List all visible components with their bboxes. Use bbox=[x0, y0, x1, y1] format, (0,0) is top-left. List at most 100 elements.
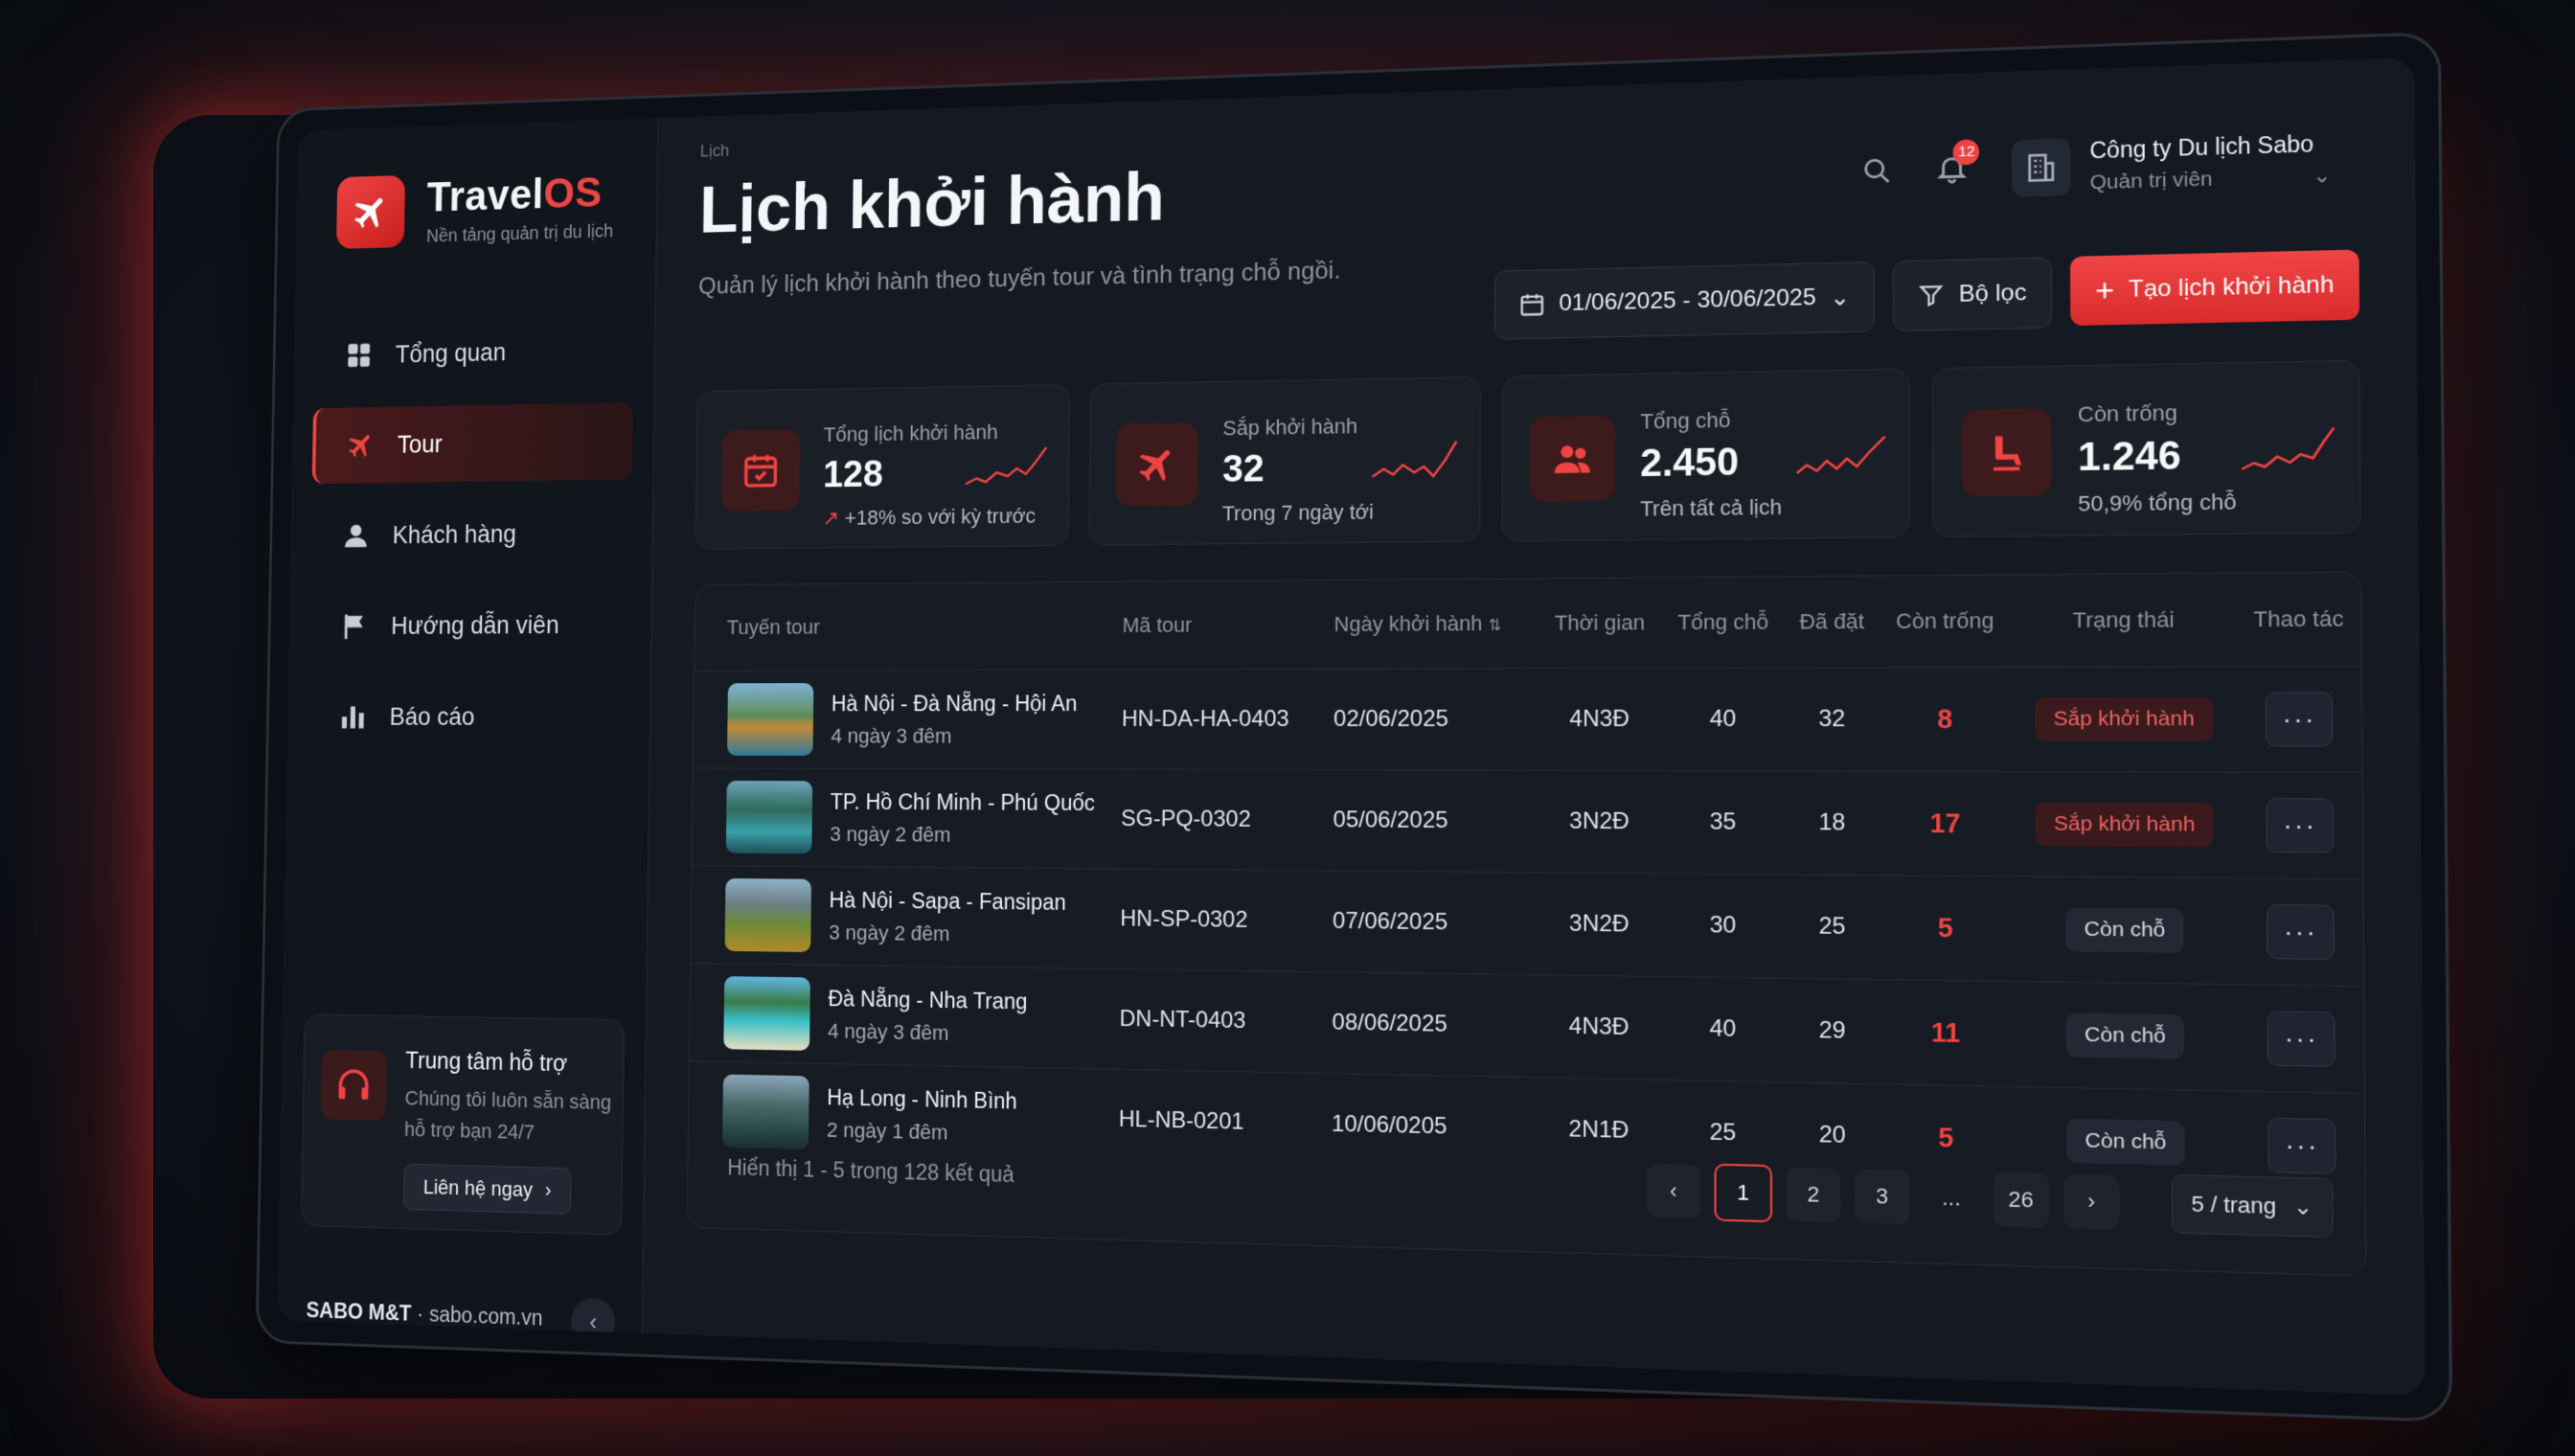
page-26-button[interactable]: 26 bbox=[1993, 1172, 2049, 1228]
page-title: Lịch khởi hành bbox=[698, 159, 1166, 248]
create-departure-button[interactable]: + Tạo lịch khởi hành bbox=[2070, 249, 2360, 327]
flag-icon bbox=[344, 614, 363, 640]
sidebar-item-label: Tổng quan bbox=[395, 337, 507, 368]
available-seats: 5 bbox=[1879, 875, 2013, 982]
booked-seats: 25 bbox=[1785, 874, 1880, 980]
page-2-button[interactable]: 2 bbox=[1786, 1167, 1841, 1223]
booked-seats: 18 bbox=[1785, 770, 1880, 876]
grid-icon bbox=[348, 343, 371, 368]
total-seats: 40 bbox=[1661, 668, 1786, 771]
prev-page-button[interactable]: ‹ bbox=[1646, 1164, 1700, 1219]
stat-card-available: Còn trống 1.246 50,9% tổng chỗ bbox=[1931, 359, 2361, 537]
col-duration: Thời gian bbox=[1554, 610, 1646, 635]
calendar-icon bbox=[1518, 290, 1545, 318]
departures-table: Tuyến tour Mã tour Ngày khởi hành ⇅ Thời… bbox=[688, 573, 2365, 1201]
more-actions-button[interactable]: ··· bbox=[2267, 1011, 2336, 1067]
stat-value: 128 bbox=[823, 453, 884, 496]
tour-name: Hà Nội - Sapa - Fansipan bbox=[829, 887, 1066, 915]
duration-code: 3N2Đ bbox=[1538, 770, 1662, 874]
duration-code: 3N2Đ bbox=[1537, 872, 1662, 977]
stat-sub: ↗ +18% so với kỳ trước bbox=[822, 504, 1037, 530]
stat-value: 32 bbox=[1221, 447, 1265, 490]
available-seats: 11 bbox=[1879, 979, 2013, 1087]
col-date[interactable]: Ngày khởi hành ⇅ bbox=[1326, 579, 1538, 669]
departure-date: 02/06/2025 bbox=[1325, 668, 1538, 771]
logo[interactable]: TravelOS Nền tảng quản trị du lịch bbox=[335, 167, 614, 250]
status-badge: Sắp khởi hành bbox=[2035, 802, 2215, 848]
page-3-button[interactable]: 3 bbox=[1855, 1169, 1910, 1225]
notifications-button[interactable]: 12 bbox=[1935, 138, 1980, 190]
tour-thumbnail bbox=[727, 683, 814, 757]
col-route: Tuyến tour bbox=[726, 615, 821, 639]
page-ellipsis: ... bbox=[1942, 1185, 1961, 1211]
bar-chart-icon bbox=[341, 706, 364, 729]
per-page-select[interactable]: 5 / trang ⌄ bbox=[2171, 1173, 2334, 1239]
per-page-value: 5 / trang bbox=[2191, 1191, 2277, 1219]
collapse-sidebar-button[interactable]: ‹ bbox=[570, 1297, 616, 1346]
date-range-value: 01/06/2025 - 30/06/2025 bbox=[1559, 284, 1816, 317]
stat-sub: Trên tất cả lịch bbox=[1640, 494, 1783, 521]
total-seats: 30 bbox=[1660, 873, 1786, 979]
sparkline-icon bbox=[964, 444, 1048, 491]
tour-duration: 4 ngày 3 đêm bbox=[831, 723, 952, 747]
next-page-button[interactable]: › bbox=[2062, 1173, 2120, 1230]
chevron-right-icon: › bbox=[2087, 1188, 2096, 1215]
stat-label: Tổng lịch khởi hành bbox=[823, 420, 998, 446]
tour-code: HN-DA-HA-0403 bbox=[1113, 669, 1327, 770]
user-icon bbox=[345, 524, 367, 548]
duration-code: 4N3Đ bbox=[1537, 974, 1661, 1081]
company-menu[interactable]: Công ty Du lịch Sabo Quản trị viên ⌄ bbox=[2012, 130, 2331, 197]
available-seats: 17 bbox=[1879, 771, 2013, 876]
building-icon bbox=[2012, 138, 2072, 197]
breadcrumb: Lịch bbox=[699, 141, 730, 161]
page-subtitle: Quản lý lịch khởi hành theo tuyến tour v… bbox=[697, 255, 1341, 300]
filter-label: Bộ lọc bbox=[1958, 279, 2027, 307]
departure-date: 05/06/2025 bbox=[1325, 769, 1538, 873]
tour-name: Hạ Long - Ninh Bình bbox=[827, 1084, 1017, 1113]
tour-thumbnail bbox=[724, 877, 812, 953]
booked-seats: 29 bbox=[1785, 978, 1880, 1084]
table-row[interactable]: TP. Hồ Chí Minh - Phú Quốc 3 ngày 2 đêm S… bbox=[692, 767, 2363, 879]
page-1-button[interactable]: 1 bbox=[1714, 1163, 1772, 1223]
more-actions-button[interactable]: ··· bbox=[2267, 904, 2336, 961]
chevron-right-icon: › bbox=[544, 1178, 552, 1202]
sidebar-item-customers[interactable]: Khách hàng bbox=[310, 494, 631, 574]
tour-code: SG-PQ-0302 bbox=[1112, 769, 1326, 871]
departure-date: 08/06/2025 bbox=[1324, 971, 1538, 1078]
status-badge: Còn chỗ bbox=[2065, 1012, 2185, 1059]
more-actions-button[interactable]: ··· bbox=[2267, 1117, 2336, 1174]
more-actions-button[interactable]: ··· bbox=[2265, 692, 2334, 747]
sidebar-item-guides[interactable]: Hướng dẫn viên bbox=[308, 586, 630, 665]
sidebar-item-label: Báo cáo bbox=[389, 702, 475, 731]
calendar-icon bbox=[720, 428, 801, 512]
contact-button[interactable]: Liên hệ ngay › bbox=[402, 1163, 572, 1215]
sidebar-item-overview[interactable]: Tổng quan bbox=[313, 311, 634, 395]
headset-icon bbox=[320, 1049, 387, 1122]
notification-badge: 12 bbox=[1953, 138, 1980, 166]
col-booked: Đã đặt bbox=[1799, 608, 1865, 634]
brand-name: TravelOS bbox=[426, 168, 603, 221]
tour-thumbnail bbox=[723, 976, 810, 1051]
table-header-row: Tuyến tour Mã tour Ngày khởi hành ⇅ Thời… bbox=[695, 573, 2361, 671]
tour-thumbnail bbox=[725, 781, 813, 854]
create-label: Tạo lịch khởi hành bbox=[2128, 271, 2335, 304]
users-icon bbox=[1529, 415, 1615, 502]
plus-icon: + bbox=[2094, 271, 2115, 308]
search-icon[interactable] bbox=[1861, 154, 1894, 192]
date-range-picker[interactable]: 01/06/2025 - 30/06/2025 ⌄ bbox=[1493, 261, 1876, 340]
support-card: Trung tâm hỗ trợ Chúng tôi luôn sẵn sàng… bbox=[301, 1013, 626, 1236]
results-summary: Hiển thị 1 - 5 trong 128 kết quả bbox=[727, 1154, 1014, 1187]
sidebar-item-label: Khách hàng bbox=[392, 519, 517, 549]
stat-card-upcoming: Sắp khởi hành 32 Trong 7 ngày tới bbox=[1088, 376, 1481, 546]
seat-icon bbox=[1961, 408, 2052, 497]
chevron-down-icon: ⌄ bbox=[2313, 164, 2332, 188]
sidebar-item-tour[interactable]: Tour bbox=[311, 402, 633, 485]
chevron-down-icon: ⌄ bbox=[2292, 1194, 2313, 1220]
plane-icon bbox=[346, 429, 376, 462]
more-actions-button[interactable]: ··· bbox=[2266, 798, 2335, 853]
filter-button[interactable]: Bộ lọc bbox=[1893, 257, 2053, 332]
sidebar-nav: Tổng quan Tour Khách hàng Hướng dẫn viên… bbox=[286, 296, 655, 770]
sidebar-item-reports[interactable]: Báo cáo bbox=[308, 678, 629, 756]
table-row[interactable]: Hà Nội - Đà Nẵng - Hội An 4 ngày 3 đêm HN… bbox=[693, 666, 2362, 773]
sparkline-icon bbox=[2240, 423, 2336, 475]
